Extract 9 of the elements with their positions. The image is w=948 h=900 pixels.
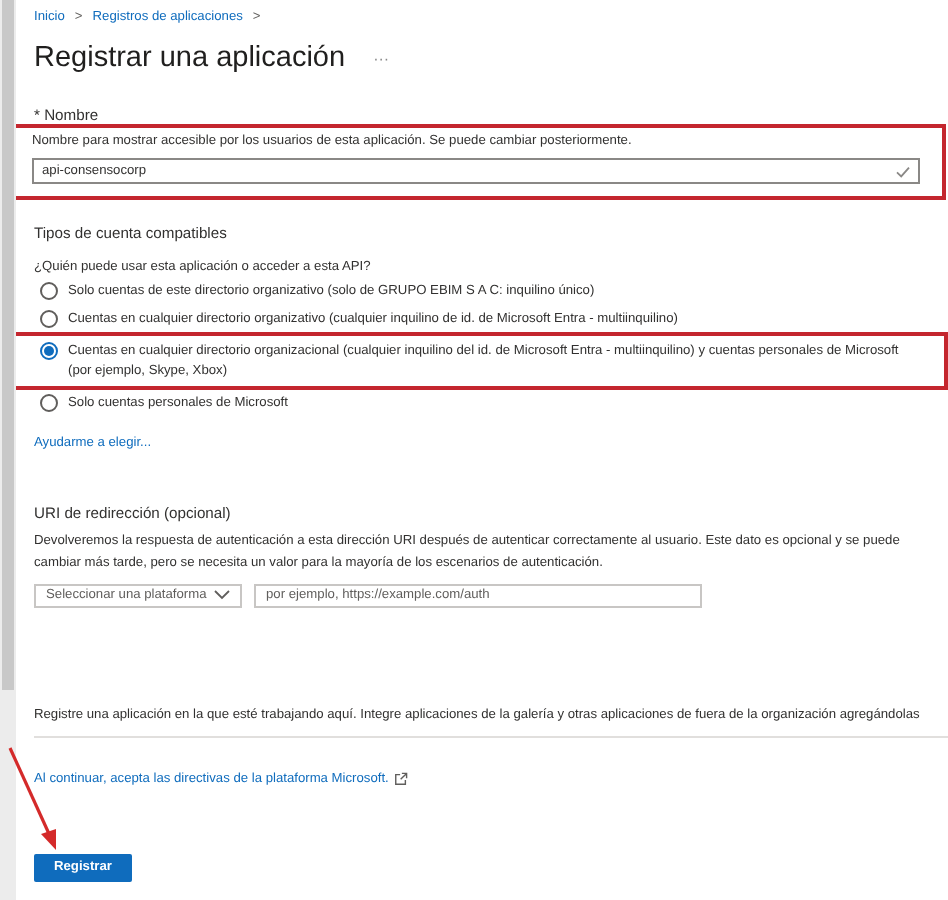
more-options-button[interactable]: ···	[373, 49, 390, 67]
chevron-down-icon	[214, 590, 230, 600]
external-link-icon	[394, 771, 409, 785]
radio-button[interactable]	[40, 342, 58, 360]
radio-button[interactable]	[40, 394, 58, 412]
scrollbar[interactable]	[0, 0, 16, 900]
radio-button[interactable]	[40, 282, 58, 300]
page-title: Registrar una aplicación	[34, 42, 346, 74]
radio-button[interactable]	[40, 309, 58, 327]
